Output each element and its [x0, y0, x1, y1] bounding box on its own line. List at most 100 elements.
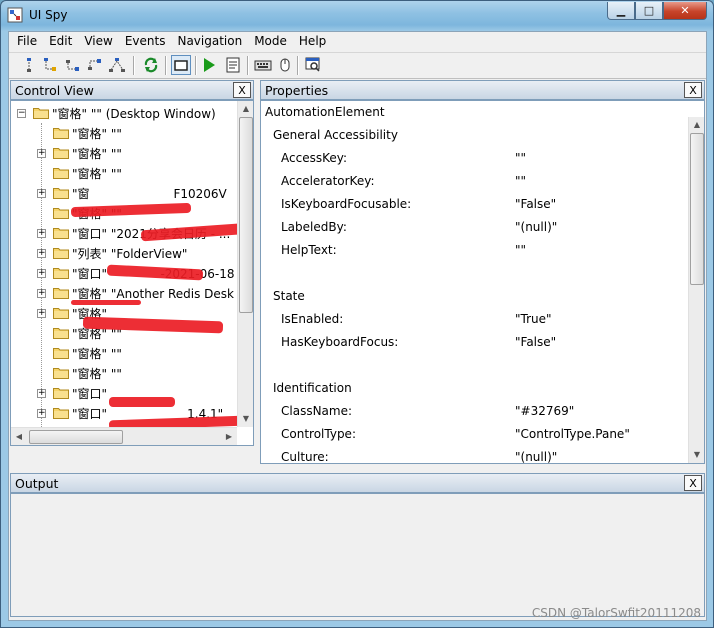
menu-navigation[interactable]: Navigation — [171, 32, 248, 50]
property-value: "" — [515, 151, 527, 165]
control-view-tree[interactable]: − "窗格" "" (Desktop Window) "窗格" "" + "窗格" ""… — [10, 100, 254, 446]
output-panel[interactable] — [10, 493, 705, 617]
property-row[interactable]: Culture: "(null)" — [281, 448, 681, 464]
property-row[interactable]: IsEnabled: "True" — [281, 310, 681, 332]
tree-item[interactable]: + "列表" "FolderView" — [11, 243, 237, 263]
property-value: "(null)" — [515, 450, 558, 464]
expand-icon[interactable]: + — [37, 189, 46, 198]
properties-vertical-scrollbar[interactable]: ▲ ▼ — [688, 117, 704, 463]
property-row[interactable]: AccessKey: "" — [281, 149, 681, 171]
tree-root-item[interactable]: − "窗格" "" (Desktop Window) — [11, 103, 237, 123]
refresh-button[interactable] — [141, 55, 161, 75]
first-child-button[interactable] — [41, 55, 61, 75]
expand-icon[interactable]: + — [37, 229, 46, 238]
properties-panel[interactable]: AutomationElement General Accessibility Ac… — [260, 100, 705, 464]
mouse-button[interactable] — [275, 55, 295, 75]
window-title: UI Spy — [29, 8, 68, 22]
toolbar-separator — [297, 56, 299, 75]
property-row[interactable]: AcceleratorKey: "" — [281, 172, 681, 194]
expand-icon[interactable]: + — [37, 289, 46, 298]
expand-icon[interactable]: + — [37, 409, 46, 418]
prev-sibling-button[interactable] — [85, 55, 105, 75]
menu-events[interactable]: Events — [119, 32, 172, 50]
next-sibling-icon — [66, 60, 79, 71]
tree-scroll-thumb[interactable] — [239, 117, 253, 313]
tree-item[interactable]: "窗格" "" — [11, 363, 237, 383]
next-sibling-button[interactable] — [63, 55, 83, 75]
pattern-button[interactable] — [223, 55, 243, 75]
property-value: "#32769" — [515, 404, 575, 418]
menu-view[interactable]: View — [78, 32, 118, 50]
maximize-icon: □ — [643, 4, 655, 17]
maximize-button[interactable]: □ — [635, 2, 663, 20]
highlight-button[interactable] — [171, 55, 191, 75]
properties-title: Properties — [265, 83, 329, 98]
property-name: IsEnabled: — [281, 312, 344, 326]
toolbar-separator — [133, 56, 135, 75]
expand-icon[interactable]: + — [37, 309, 46, 318]
menu-mode[interactable]: Mode — [248, 32, 293, 50]
tree-hscroll-thumb[interactable] — [29, 430, 123, 444]
ui-spy-app-icon — [7, 7, 23, 23]
property-row[interactable]: LabeledBy: "(null)" — [281, 218, 681, 240]
scroll-right-arrow-icon[interactable]: ▶ — [221, 429, 237, 445]
expand-icon[interactable]: + — [37, 149, 46, 158]
folder-icon — [53, 206, 69, 219]
tree-item-label: "窗格" "" — [72, 347, 122, 361]
title-bar[interactable]: UI Spy ▁ □ ✕ — [1, 1, 713, 31]
tree-item[interactable]: "窗格" "" — [11, 343, 237, 363]
folder-icon — [53, 386, 69, 399]
expand-icon[interactable]: + — [37, 249, 46, 258]
folder-icon — [53, 126, 69, 139]
find-button[interactable] — [303, 55, 323, 75]
property-row[interactable]: HelpText: "" — [281, 241, 681, 263]
folder-icon — [53, 306, 69, 319]
toolbar — [9, 52, 706, 79]
folder-icon — [53, 366, 69, 379]
property-name: ClassName: — [281, 404, 353, 418]
expand-icon[interactable]: + — [37, 389, 46, 398]
scroll-down-arrow-icon[interactable]: ▼ — [689, 447, 704, 463]
tree-vertical-scrollbar[interactable]: ▲ ▼ — [237, 101, 253, 427]
menu-help[interactable]: Help — [293, 32, 332, 50]
keyboard-icon — [254, 60, 272, 71]
folder-icon — [53, 406, 69, 419]
folder-icon — [33, 106, 49, 119]
tree-item[interactable]: + "窗 F10206V — [11, 183, 237, 203]
tree-horizontal-scrollbar[interactable]: ◀ ▶ — [11, 427, 237, 445]
redaction-mark — [71, 300, 141, 305]
prev-sibling-icon — [88, 59, 101, 70]
property-row[interactable]: HasKeyboardFocus: "False" — [281, 333, 681, 355]
menu-file[interactable]: File — [11, 32, 43, 50]
tree-item-label: "窗 F10206V — [72, 187, 227, 201]
tree-item[interactable]: + "窗格" "" — [11, 143, 237, 163]
properties-scroll-thumb[interactable] — [690, 133, 704, 285]
folder-icon — [53, 346, 69, 359]
play-button[interactable] — [199, 55, 219, 75]
folder-icon — [53, 266, 69, 279]
tree-item[interactable]: "窗格" "" — [11, 163, 237, 183]
parent-button[interactable] — [107, 55, 127, 75]
keyboard-button[interactable] — [253, 55, 273, 75]
close-button[interactable]: ✕ — [663, 2, 707, 20]
tree-item[interactable]: "窗格" "" — [11, 123, 237, 143]
properties-close-button[interactable]: X — [684, 82, 702, 98]
control-view-close-button[interactable]: X — [233, 82, 251, 98]
scroll-up-arrow-icon[interactable]: ▲ — [689, 117, 704, 133]
scope-button[interactable] — [19, 55, 39, 75]
menu-edit[interactable]: Edit — [43, 32, 78, 50]
scroll-up-arrow-icon[interactable]: ▲ — [238, 101, 253, 117]
property-row[interactable]: IsKeyboardFocusable: "False" — [281, 195, 681, 217]
minimize-button[interactable]: ▁ — [607, 2, 635, 20]
collapse-icon[interactable]: − — [17, 109, 26, 118]
scope-icon — [27, 58, 31, 72]
property-group-label: Identification — [273, 381, 352, 395]
expand-icon[interactable]: + — [37, 269, 46, 278]
property-row[interactable]: ControlType: "ControlType.Pane" — [281, 425, 681, 447]
scroll-left-arrow-icon[interactable]: ◀ — [11, 429, 27, 445]
refresh-icon — [144, 57, 158, 73]
property-value: "" — [515, 174, 527, 188]
property-row[interactable]: ClassName: "#32769" — [281, 402, 681, 424]
output-close-button[interactable]: X — [684, 475, 702, 491]
scroll-down-arrow-icon[interactable]: ▼ — [238, 411, 253, 427]
